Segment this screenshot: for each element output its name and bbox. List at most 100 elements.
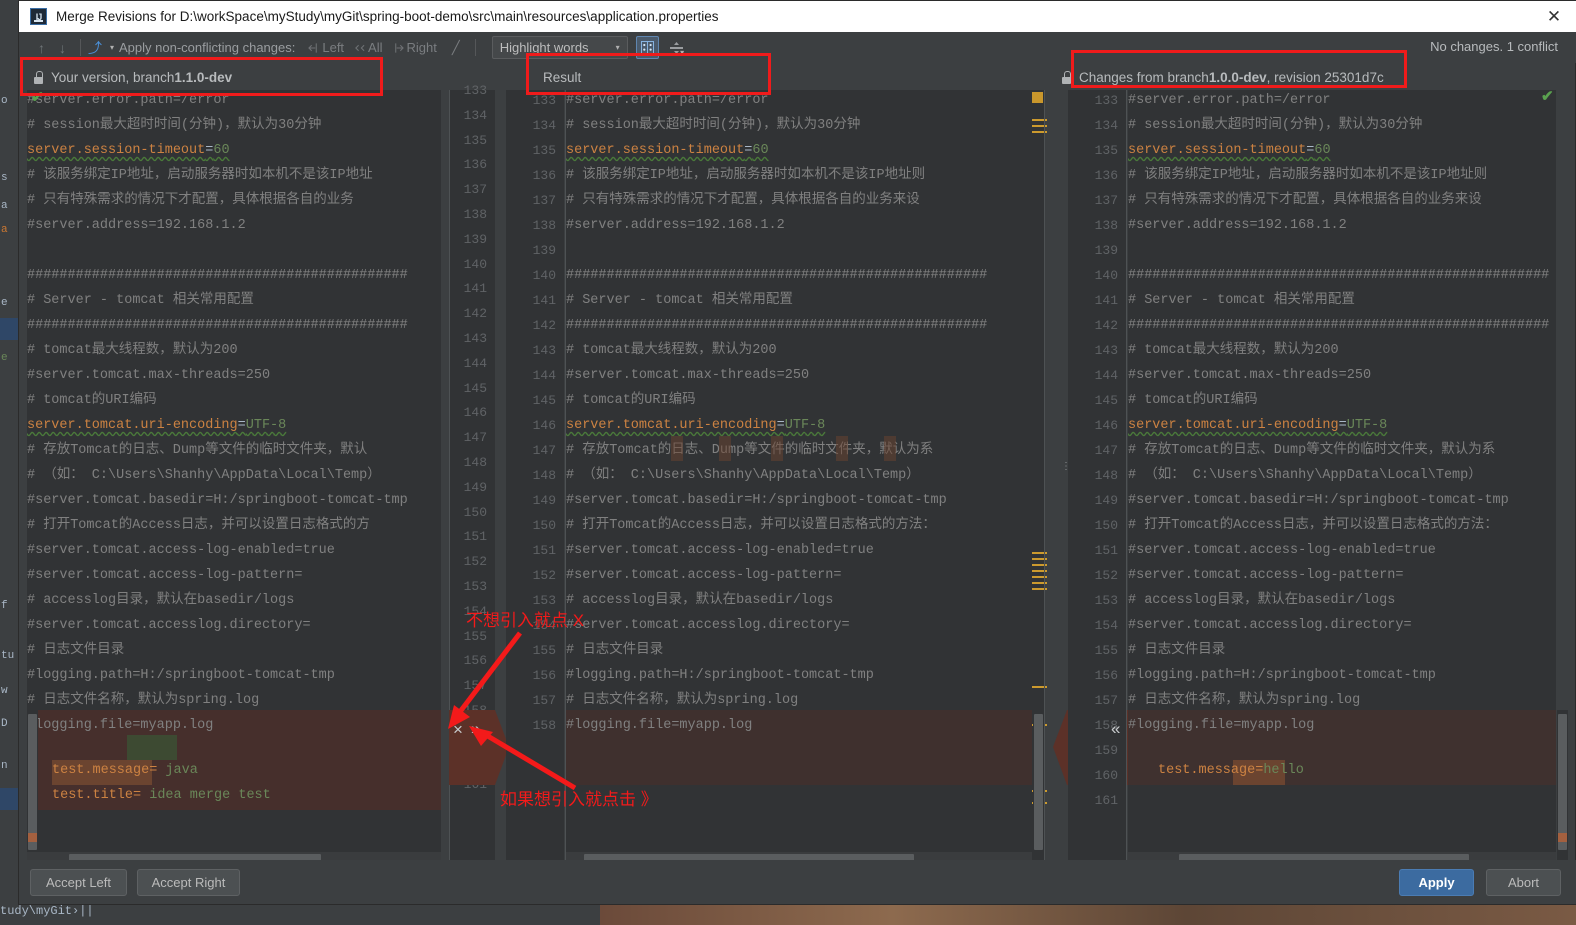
line-number: 146	[1094, 418, 1118, 433]
code-line: # tomcat的URI编码	[1128, 393, 1258, 408]
right-editor-pane[interactable]: #server.error.path=/error # session最大超时时间…	[1128, 90, 1556, 862]
code-line: # tomcat最大线程数，默认为200	[566, 343, 777, 358]
left-editor-pane[interactable]: #server.error.path=/error # session最大超时时间…	[27, 90, 441, 862]
code-line: # 只有特殊需求的情况下才配置，具体根据各自的业务	[27, 193, 354, 208]
line-number: 141	[1094, 293, 1118, 308]
line-number: 149	[1094, 493, 1118, 508]
apply-all-label: All	[368, 40, 383, 55]
property-value: UTF-8	[245, 418, 287, 433]
intellij-idea-icon: IJ	[30, 8, 47, 25]
code-line: # Server - tomcat 相关常用配置	[1128, 293, 1355, 308]
code-line: # （如： C:\Users\Shanhy\AppData\Local\Temp…	[1128, 468, 1482, 483]
line-number: 145	[1094, 393, 1118, 408]
apply-button[interactable]: Apply	[1399, 869, 1474, 896]
line-number: 137	[532, 193, 556, 208]
code-line: # session最大超时时间(分钟)，默认为30分钟	[27, 118, 322, 133]
property-key: server.session-timeout	[1128, 143, 1307, 158]
mid-ws-hl	[719, 436, 731, 461]
property-key: test.title=	[52, 788, 142, 803]
apply-left-button[interactable]: Left	[303, 36, 349, 60]
arrows-both-icon	[355, 44, 365, 51]
code-line: # 日志文件目录	[27, 643, 125, 658]
line-number: 136	[1094, 168, 1118, 183]
conflict-code-line: test.title= idea merge test	[52, 783, 271, 808]
property-value: java	[157, 763, 198, 778]
line-number: 137	[1094, 193, 1118, 208]
abort-button[interactable]: Abort	[1486, 869, 1561, 896]
code-line: server.tomcat.uri-encoding=UTF-8	[1128, 413, 1387, 438]
line-number: 147	[532, 443, 556, 458]
right-error-marker[interactable]	[1558, 833, 1567, 842]
right-apply-icon[interactable]: «	[1111, 719, 1120, 739]
code-line: #server.tomcat.access-log-pattern=	[566, 568, 842, 583]
line-number: 136	[463, 157, 487, 173]
code-line: #server.error.path=/error	[1128, 93, 1331, 108]
apply-changes-icon[interactable]: ⤴	[88, 38, 102, 58]
merge-dialog: IJ Merge Revisions for D:\workSpace\mySt…	[18, 0, 1576, 905]
conflict-code-line: test.message=hello	[1158, 758, 1304, 783]
line-number: 139	[1094, 243, 1118, 258]
close-icon[interactable]: ✕	[1531, 1, 1576, 32]
line-number: 145	[532, 393, 556, 408]
chevron-down-icon[interactable]: ▾	[110, 43, 114, 52]
line-number: 135	[463, 132, 487, 148]
accept-left-button[interactable]: Accept Left	[30, 869, 127, 896]
apply-all-button[interactable]: All	[349, 36, 387, 60]
line-number: 142	[463, 306, 487, 322]
line-number: 148	[532, 468, 556, 483]
code-line: # 存放Tomcat的日志、Dump等文件的临时文件夹，默认为系	[566, 443, 934, 458]
right-accepted-icon: ✔	[1541, 88, 1554, 105]
code-line: #server.tomcat.access-log-pattern=	[27, 568, 303, 583]
line-number: 144	[463, 355, 487, 371]
left-error-marker[interactable]	[28, 833, 37, 842]
code-line: # accesslog目录，默认在basedir/logs	[566, 593, 834, 608]
line-number: 144	[532, 368, 556, 383]
left-vertical-scrollbar[interactable]	[28, 714, 37, 850]
line-number: 139	[463, 231, 487, 247]
code-line: # 日志文件名称，默认为spring.log	[1128, 693, 1361, 708]
toolbar-separator	[80, 39, 81, 56]
line-number: 143	[1094, 343, 1118, 358]
right-vertical-scrollbar[interactable]	[1558, 714, 1567, 850]
annotation-box-right-header	[1071, 50, 1407, 88]
line-number: 145	[463, 380, 487, 396]
apply-right-label: Right	[406, 40, 437, 55]
code-line: ########################################…	[566, 268, 988, 283]
line-number: 143	[463, 331, 487, 346]
line-number: 134	[463, 107, 487, 123]
apply-left-label: Left	[322, 40, 345, 55]
annotation-box-left-header	[20, 57, 383, 96]
middle-editor-pane[interactable]: #server.error.path=/error # session最大超时时间…	[566, 90, 1032, 862]
line-number: 133	[463, 83, 487, 98]
line-number: 151	[532, 543, 556, 558]
annotation-box-result-header	[526, 53, 771, 95]
line-number: 146	[463, 405, 487, 421]
code-line: ########################################…	[566, 318, 988, 333]
code-line: server.tomcat.uri-encoding=UTF-8	[27, 413, 286, 438]
code-line: # （如： C:\Users\Shanhy\AppData\Local\Temp…	[566, 468, 920, 483]
middle-vertical-scrollbar[interactable]	[1034, 714, 1043, 850]
divider-right[interactable]	[1044, 90, 1045, 862]
magic-resolve-icon[interactable]: ╱	[442, 36, 465, 60]
line-number: 147	[463, 430, 487, 446]
next-difference-icon[interactable]: ↓	[52, 40, 73, 56]
code-line: ########################################…	[1128, 268, 1550, 283]
code-line: #server.address=192.168.1.2	[566, 218, 785, 233]
property-value: idea merge test	[141, 788, 271, 803]
marker-block	[1032, 92, 1043, 103]
code-line: #server.address=192.168.1.2	[27, 218, 246, 233]
line-number: 140	[463, 256, 487, 272]
code-line: #server.tomcat.accesslog.directory=	[27, 618, 311, 633]
bg-fragment: e	[1, 352, 8, 364]
line-number: 156	[532, 668, 556, 683]
code-line: # tomcat的URI编码	[27, 393, 157, 408]
prev-difference-icon[interactable]: ↑	[31, 40, 52, 56]
accept-right-button[interactable]: Accept Right	[137, 869, 240, 896]
code-line: #server.tomcat.access-log-enabled=true	[27, 543, 335, 558]
bg-fragment: a	[1, 224, 8, 236]
ide-status-text: tudy\myGit›||	[0, 904, 94, 918]
line-number: 133	[1094, 93, 1118, 108]
property-key: test.message=	[1158, 763, 1264, 778]
code-line: #server.tomcat.max-threads=250	[1128, 368, 1372, 383]
apply-right-button[interactable]: Right	[388, 36, 442, 60]
